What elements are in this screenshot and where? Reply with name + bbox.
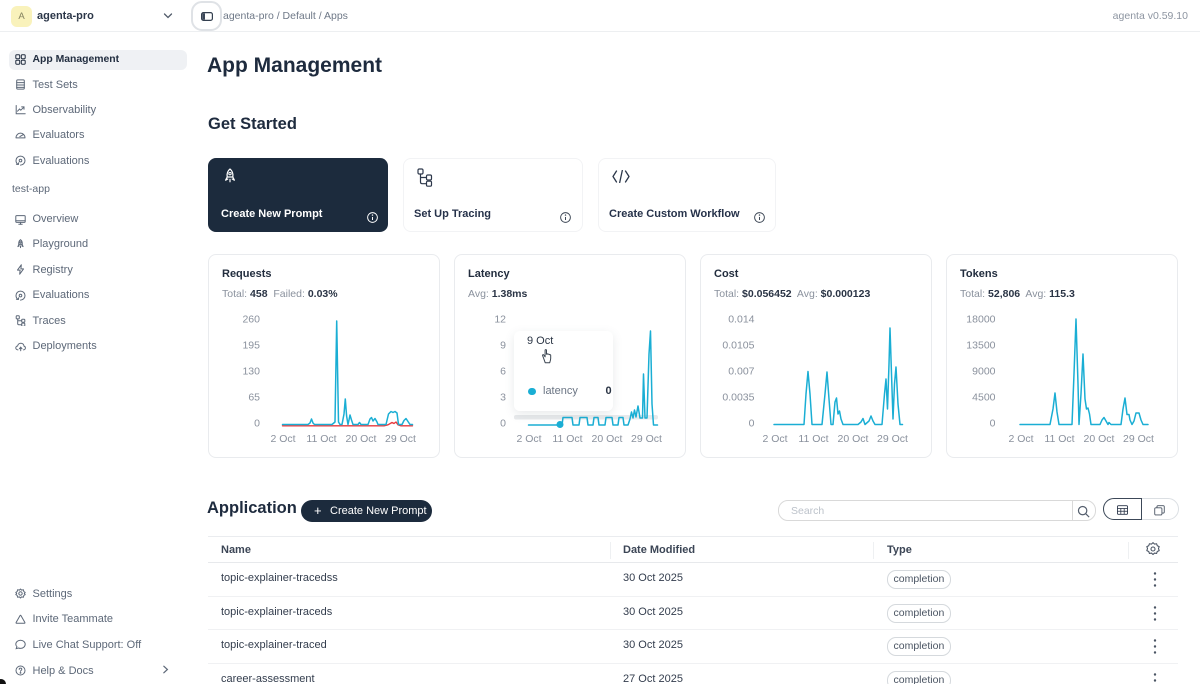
svg-text:29 Oct: 29 Oct bbox=[877, 433, 908, 445]
svg-text:20 Oct: 20 Oct bbox=[838, 433, 869, 445]
svg-text:29 Oct: 29 Oct bbox=[1123, 433, 1154, 445]
svg-text:2 Oct: 2 Oct bbox=[1008, 433, 1033, 445]
svg-text:20 Oct: 20 Oct bbox=[1084, 433, 1115, 445]
svg-text:12: 12 bbox=[494, 314, 506, 326]
svg-text:11 Oct: 11 Oct bbox=[306, 433, 336, 445]
svg-text:13500: 13500 bbox=[966, 340, 995, 352]
svg-text:260: 260 bbox=[242, 314, 260, 326]
svg-text:2 Oct: 2 Oct bbox=[270, 433, 295, 445]
svg-text:0.007: 0.007 bbox=[728, 366, 754, 378]
svg-text:130: 130 bbox=[242, 366, 260, 378]
svg-text:3: 3 bbox=[500, 392, 506, 404]
svg-text:20 Oct: 20 Oct bbox=[592, 433, 623, 445]
svg-text:11 Oct: 11 Oct bbox=[798, 433, 828, 445]
svg-text:9: 9 bbox=[500, 340, 506, 352]
svg-text:0.0105: 0.0105 bbox=[722, 340, 754, 352]
svg-text:18000: 18000 bbox=[966, 314, 995, 326]
svg-text:0: 0 bbox=[500, 418, 506, 430]
svg-text:195: 195 bbox=[242, 340, 260, 352]
svg-text:65: 65 bbox=[248, 392, 260, 404]
svg-text:29 Oct: 29 Oct bbox=[385, 433, 416, 445]
svg-text:11 Oct: 11 Oct bbox=[552, 433, 582, 445]
svg-text:0.0035: 0.0035 bbox=[722, 392, 754, 404]
svg-text:4500: 4500 bbox=[972, 392, 996, 404]
svg-text:20 Oct: 20 Oct bbox=[346, 433, 377, 445]
svg-text:11 Oct: 11 Oct bbox=[1044, 433, 1074, 445]
svg-text:2 Oct: 2 Oct bbox=[762, 433, 787, 445]
svg-text:29 Oct: 29 Oct bbox=[631, 433, 662, 445]
svg-text:0: 0 bbox=[990, 418, 996, 430]
svg-text:0.014: 0.014 bbox=[728, 314, 754, 326]
svg-text:9000: 9000 bbox=[972, 366, 996, 378]
svg-text:2 Oct: 2 Oct bbox=[516, 433, 541, 445]
svg-text:6: 6 bbox=[500, 366, 506, 378]
svg-text:0: 0 bbox=[254, 418, 260, 430]
svg-text:0: 0 bbox=[749, 418, 755, 430]
